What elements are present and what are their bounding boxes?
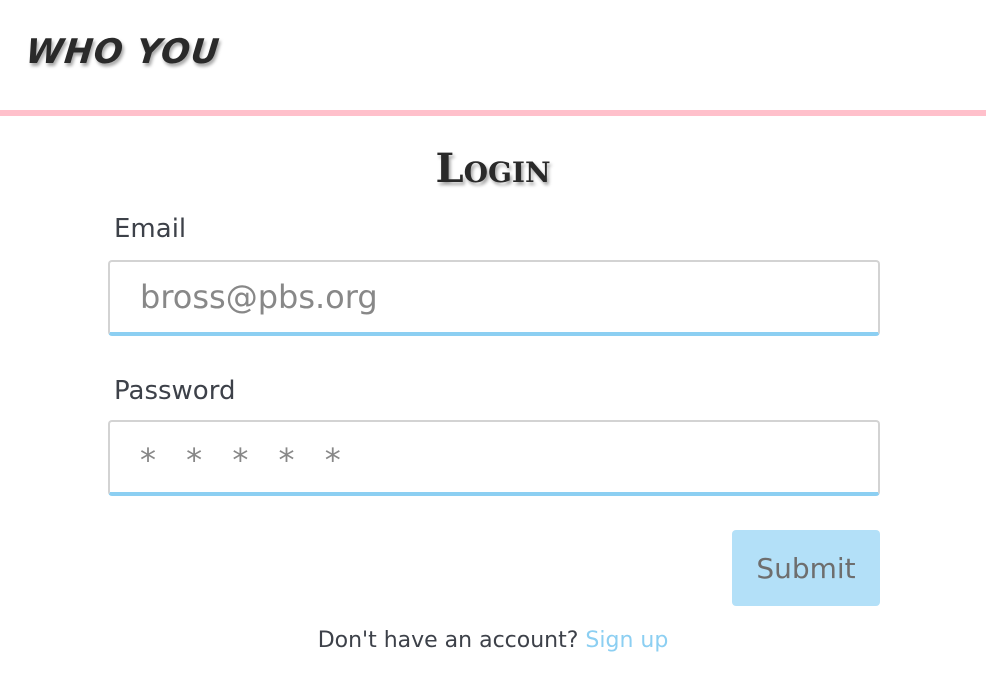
submit-button[interactable]: Submit	[732, 530, 880, 606]
signup-prompt: Don't have an account? Sign up	[0, 628, 986, 653]
email-label: Email	[114, 214, 187, 244]
brand-logo: WHO YOU	[23, 32, 222, 72]
password-field[interactable]	[110, 422, 878, 492]
password-field-wrapper	[108, 420, 880, 496]
header-divider	[0, 110, 986, 116]
email-field[interactable]	[110, 262, 878, 332]
signup-prompt-text: Don't have an account?	[317, 628, 579, 653]
password-label: Password	[114, 376, 236, 406]
signup-link[interactable]: Sign up	[585, 628, 668, 653]
page-title: Login	[435, 145, 551, 192]
app-header: WHO YOU	[0, 0, 986, 110]
email-field-wrapper	[108, 260, 880, 336]
